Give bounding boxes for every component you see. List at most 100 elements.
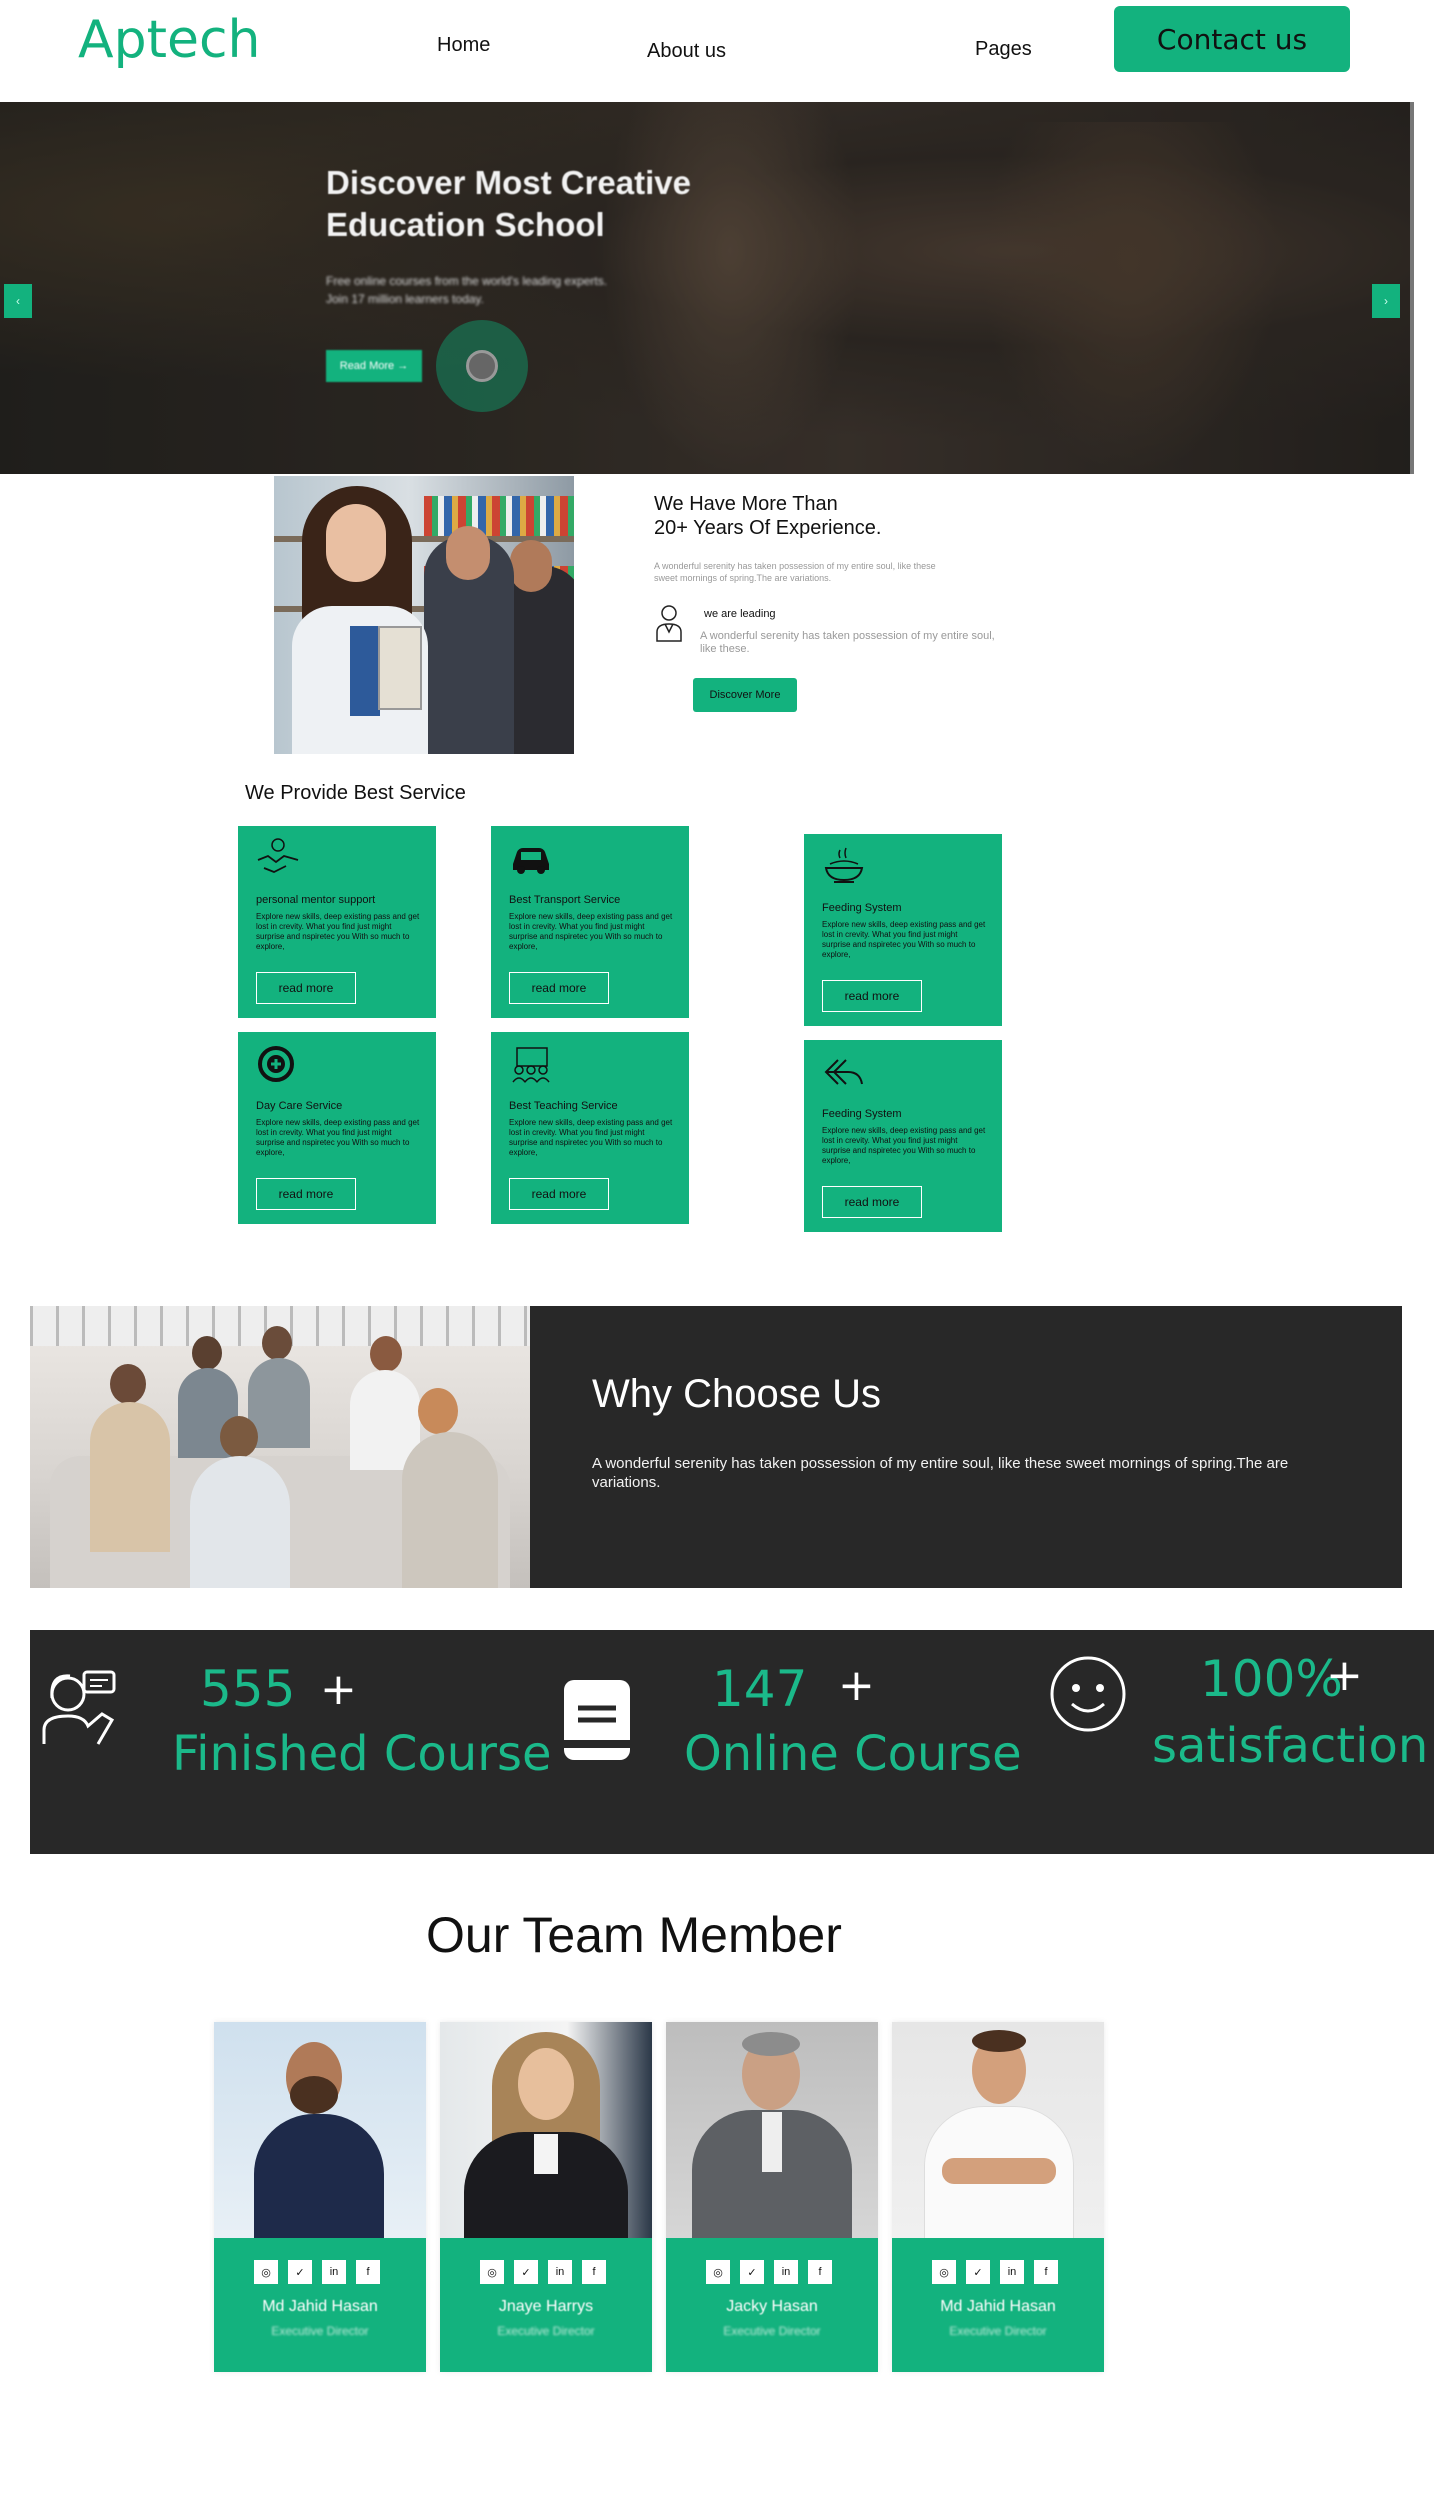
student-head bbox=[510, 540, 552, 592]
person-body bbox=[190, 1456, 290, 1588]
twitter-icon[interactable]: ✓ bbox=[966, 2260, 990, 2284]
nav-about-us[interactable]: About us bbox=[647, 40, 726, 63]
play-video-button[interactable] bbox=[436, 320, 528, 412]
linkedin-icon[interactable]: in bbox=[548, 2260, 572, 2284]
hero-banner bbox=[0, 102, 1412, 474]
about-paragraph: A wonderful serenity has taken possessio… bbox=[654, 561, 936, 583]
member-role: Executive Director bbox=[949, 2324, 1047, 2338]
team-heading: Our Team Member bbox=[426, 1907, 842, 1963]
logo[interactable]: Aptech bbox=[78, 10, 261, 70]
slider-prev-arrow[interactable]: ‹ bbox=[4, 284, 32, 318]
linkedin-icon[interactable]: in bbox=[322, 2260, 346, 2284]
why-choose-heading: Why Choose Us bbox=[592, 1372, 881, 1416]
team-member-card: ◎ ✓ in f Jacky Hasan Executive Director bbox=[666, 2022, 878, 2372]
about-heading-line: 20+ Years Of Experience. bbox=[654, 517, 882, 539]
facebook-icon[interactable]: f bbox=[1034, 2260, 1058, 2284]
read-more-button[interactable]: read more bbox=[509, 972, 609, 1004]
read-more-button[interactable]: read more bbox=[509, 1178, 609, 1210]
member-info: ◎ ✓ in f Jnaye Harrys Executive Director bbox=[440, 2238, 652, 2372]
handshake-icon bbox=[257, 838, 299, 873]
service-card: personal mentor support Explore new skil… bbox=[238, 826, 436, 1018]
member-role: Executive Director bbox=[497, 2324, 595, 2338]
play-icon bbox=[466, 350, 498, 382]
person-body bbox=[90, 1402, 170, 1552]
student-head bbox=[446, 526, 490, 580]
instagram-icon[interactable]: ◎ bbox=[480, 2260, 504, 2284]
facebook-icon[interactable]: f bbox=[356, 2260, 380, 2284]
instagram-icon[interactable]: ◎ bbox=[706, 2260, 730, 2284]
service-desc: Explore new skills, deep existing pass a… bbox=[509, 1118, 673, 1157]
member-hair bbox=[742, 2032, 800, 2056]
member-name: Jacky Hasan bbox=[726, 2298, 818, 2315]
linkedin-icon[interactable]: in bbox=[1000, 2260, 1024, 2284]
service-card: Feeding System Explore new skills, deep … bbox=[804, 834, 1002, 1026]
member-shirt bbox=[762, 2112, 782, 2172]
nav-pages[interactable]: Pages bbox=[975, 38, 1032, 61]
twitter-icon[interactable]: ✓ bbox=[288, 2260, 312, 2284]
person-head bbox=[192, 1336, 222, 1370]
slider-next-arrow[interactable]: › bbox=[1372, 284, 1400, 318]
person-head bbox=[370, 1336, 402, 1372]
instagram-icon[interactable]: ◎ bbox=[932, 2260, 956, 2284]
teacher-icon bbox=[656, 605, 682, 642]
read-more-button[interactable]: read more bbox=[822, 980, 922, 1012]
teacher-board-icon bbox=[512, 1047, 550, 1083]
member-name: Jnaye Harrys bbox=[498, 2298, 594, 2315]
member-photo bbox=[214, 2022, 426, 2238]
read-more-button[interactable]: read more bbox=[256, 972, 356, 1004]
discover-more-button[interactable]: Discover More bbox=[693, 678, 797, 712]
services-heading: We Provide Best Service bbox=[245, 782, 466, 804]
member-shirt bbox=[534, 2134, 558, 2174]
stat-value: 147 bbox=[712, 1660, 808, 1718]
member-name: Md Jahid Hasan bbox=[940, 2298, 1056, 2315]
member-head bbox=[518, 2048, 574, 2120]
linkedin-icon[interactable]: in bbox=[774, 2260, 798, 2284]
service-title: Feeding System bbox=[822, 902, 902, 914]
member-name: Md Jahid Hasan bbox=[262, 2298, 378, 2315]
why-choose-image bbox=[30, 1306, 530, 1588]
about-image bbox=[274, 476, 574, 754]
facebook-icon[interactable]: f bbox=[808, 2260, 832, 2284]
service-desc: Explore new skills, deep existing pass a… bbox=[256, 1118, 420, 1157]
student-chat-icon bbox=[42, 1670, 116, 1745]
twitter-icon[interactable]: ✓ bbox=[514, 2260, 538, 2284]
facebook-icon[interactable]: f bbox=[582, 2260, 606, 2284]
member-info: ◎ ✓ in f Md Jahid Hasan Executive Direct… bbox=[892, 2238, 1104, 2372]
service-title: personal mentor support bbox=[256, 894, 376, 906]
nav-home[interactable]: Home bbox=[437, 34, 490, 57]
stat-plus: + bbox=[1326, 1650, 1363, 1701]
reply-arrow-icon bbox=[824, 1059, 863, 1085]
person-head bbox=[262, 1326, 292, 1360]
member-info: ◎ ✓ in f Jacky Hasan Executive Director bbox=[666, 2238, 878, 2372]
team-member-card: ◎ ✓ in f Md Jahid Hasan Executive Direct… bbox=[214, 2022, 426, 2372]
service-card: Best Teaching Service Explore new skills… bbox=[491, 1032, 689, 1224]
hero-title: Discover Most Creative Education School bbox=[326, 162, 786, 246]
person-body bbox=[402, 1432, 498, 1588]
hero-read-more-button[interactable]: Read More → bbox=[326, 350, 422, 382]
person-head bbox=[110, 1364, 146, 1404]
member-arms bbox=[942, 2158, 1056, 2184]
stat-plus: + bbox=[320, 1664, 357, 1715]
leading-title: we are leading bbox=[704, 608, 776, 620]
hero-subtitle-line: Join 17 million learners today. bbox=[326, 292, 484, 306]
team-member-card: ◎ ✓ in f Md Jahid Hasan Executive Direct… bbox=[892, 2022, 1104, 2372]
instagram-icon[interactable]: ◎ bbox=[254, 2260, 278, 2284]
food-bowl-icon bbox=[824, 847, 864, 883]
service-desc: Explore new skills, deep existing pass a… bbox=[822, 1126, 986, 1165]
twitter-icon[interactable]: ✓ bbox=[740, 2260, 764, 2284]
stat-label: satisfaction bbox=[1152, 1718, 1429, 1774]
member-photo bbox=[666, 2022, 878, 2238]
member-beard bbox=[290, 2076, 338, 2114]
service-title: Day Care Service bbox=[256, 1100, 343, 1112]
stat-label: Online Course bbox=[684, 1726, 1022, 1782]
read-more-button[interactable]: read more bbox=[256, 1178, 356, 1210]
stat-plus: + bbox=[838, 1660, 875, 1711]
smiley-icon bbox=[1050, 1656, 1126, 1732]
read-more-button[interactable]: read more bbox=[822, 1186, 922, 1218]
girl-face bbox=[326, 504, 386, 582]
stat-value: 555 bbox=[200, 1660, 296, 1718]
service-card: Feeding System Explore new skills, deep … bbox=[804, 1040, 1002, 1232]
stat-value: 100% bbox=[1200, 1650, 1343, 1708]
contact-button[interactable]: Contact us bbox=[1114, 6, 1350, 72]
medical-cross-icon bbox=[258, 1046, 294, 1082]
